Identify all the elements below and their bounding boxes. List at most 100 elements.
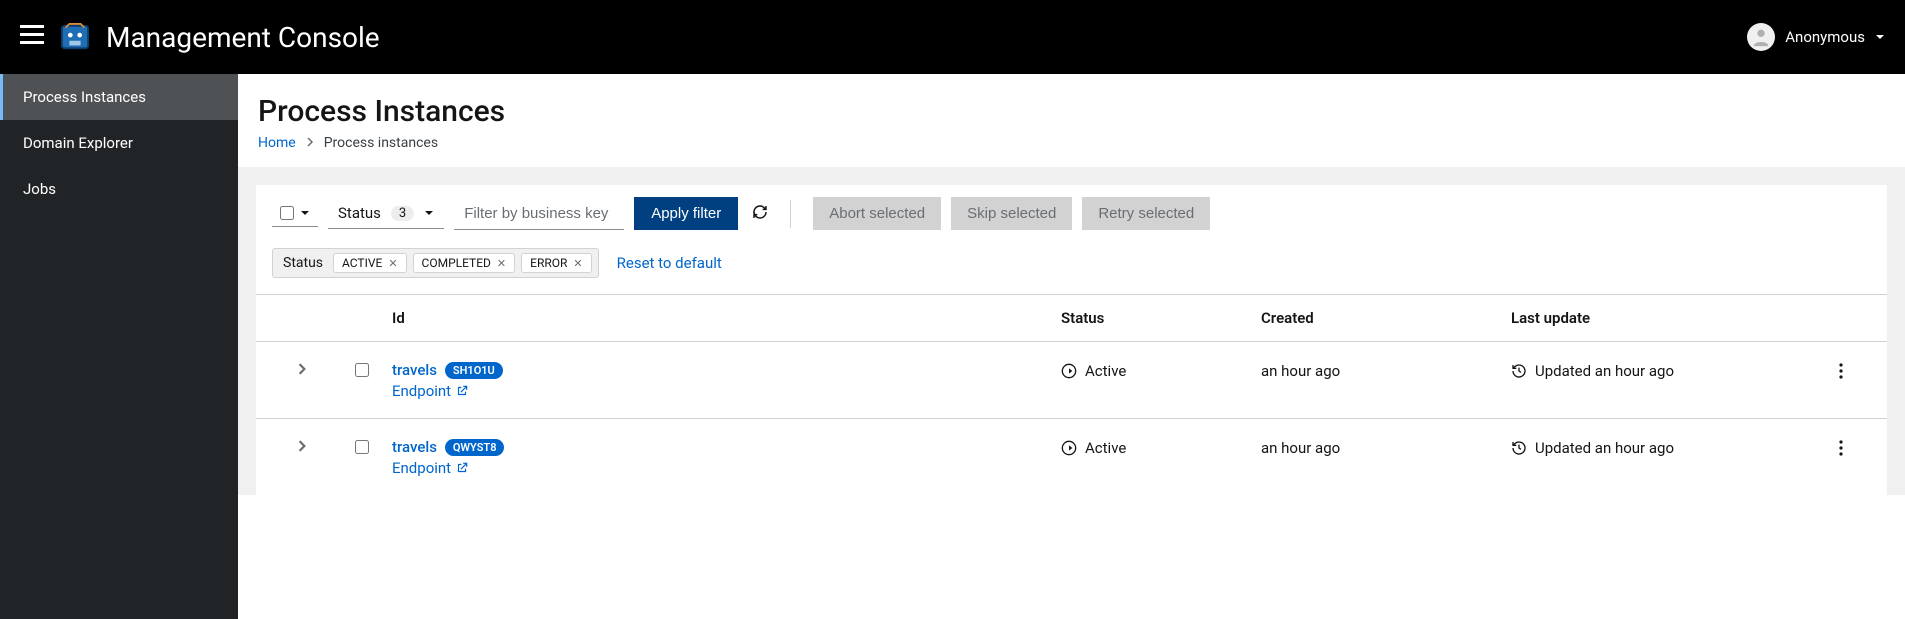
expand-row-button[interactable] (272, 437, 332, 452)
panel: Status 3 Apply filter (256, 185, 1887, 495)
abort-selected-button[interactable]: Abort selected (813, 197, 941, 230)
caret-down-icon (300, 208, 310, 218)
sidebar-item-domain-explorer[interactable]: Domain Explorer (0, 120, 238, 166)
chip-remove-button[interactable]: ✕ (388, 257, 397, 270)
bulk-select-dropdown[interactable] (272, 200, 318, 227)
header-left: Management Console (20, 21, 380, 54)
skip-selected-button[interactable]: Skip selected (951, 197, 1072, 230)
cell-updated: Updated an hour ago (1511, 437, 1811, 457)
cell-status: Active (1061, 360, 1261, 380)
chevron-right-icon (306, 135, 314, 151)
avatar-icon (1747, 23, 1775, 51)
kebab-icon (1839, 363, 1843, 379)
chip-remove-button[interactable]: ✕ (573, 257, 582, 270)
apply-filter-button[interactable]: Apply filter (634, 197, 738, 230)
col-header-created: Created (1261, 309, 1511, 327)
filter-chip: ACTIVE ✕ (333, 253, 407, 273)
row-checkbox[interactable] (355, 440, 369, 454)
row-select[interactable] (332, 437, 392, 454)
filter-chip: ERROR ✕ (521, 253, 591, 273)
endpoint-label: Endpoint (392, 382, 451, 400)
business-key-input[interactable] (454, 198, 624, 230)
status-filter-dropdown[interactable]: Status 3 (328, 198, 444, 229)
sidebar-item-process-instances[interactable]: Process Instances (0, 74, 238, 120)
kebab-icon (1839, 440, 1843, 456)
chevron-right-icon (297, 363, 307, 375)
username: Anonymous (1785, 28, 1865, 46)
chevron-right-icon (297, 440, 307, 452)
endpoint-link[interactable]: Endpoint (392, 459, 469, 477)
bulk-select-checkbox[interactable] (280, 206, 294, 220)
col-header-id: Id (392, 309, 1061, 327)
reset-filters-link[interactable]: Reset to default (617, 254, 722, 272)
history-icon (1511, 363, 1527, 379)
breadcrumb-home-link[interactable]: Home (258, 135, 296, 151)
process-name-link[interactable]: travels (392, 438, 437, 456)
row-checkbox[interactable] (355, 363, 369, 377)
refresh-button[interactable] (752, 204, 768, 224)
process-id-badge: SH1O1U (445, 362, 503, 379)
external-link-icon (455, 384, 469, 398)
sidebar-item-label: Process Instances (23, 88, 146, 106)
col-header-status: Status (1061, 309, 1261, 327)
cell-status: Active (1061, 437, 1261, 457)
chip-label: ACTIVE (342, 256, 382, 270)
filter-chips-row: Status ACTIVE ✕ COMPLETED ✕ ERROR ✕ (272, 242, 1871, 294)
sidebar-item-jobs[interactable]: Jobs (0, 166, 238, 212)
endpoint-link[interactable]: Endpoint (392, 382, 469, 400)
process-name-link[interactable]: travels (392, 361, 437, 379)
status-filter-label: Status (338, 204, 381, 222)
status-filter-count: 3 (391, 206, 414, 221)
table-row: travels QWYST8 Endpoint (256, 418, 1887, 495)
external-link-icon (455, 461, 469, 475)
endpoint-label: Endpoint (392, 459, 451, 477)
caret-down-icon (424, 208, 434, 218)
header: Management Console Anonymous (0, 0, 1905, 74)
status-text: Active (1085, 439, 1126, 457)
active-icon (1061, 363, 1077, 379)
sidebar-item-label: Domain Explorer (23, 134, 133, 152)
menu-toggle-button[interactable] (20, 25, 44, 49)
toolbar-row: Status 3 Apply filter (272, 197, 1871, 242)
row-actions-button[interactable] (1811, 360, 1871, 379)
status-text: Active (1085, 362, 1126, 380)
cell-created: an hour ago (1261, 437, 1511, 457)
retry-selected-button[interactable]: Retry selected (1082, 197, 1210, 230)
table-row: travels SH1O1U Endpoint (256, 341, 1887, 418)
filter-chip: COMPLETED ✕ (413, 253, 516, 273)
process-id-badge: QWYST8 (445, 439, 505, 456)
breadcrumb: Home Process instances (258, 135, 1885, 151)
cell-updated: Updated an hour ago (1511, 360, 1811, 380)
caret-down-icon (1875, 32, 1885, 42)
col-header-last-update: Last update (1511, 309, 1811, 327)
user-menu[interactable]: Anonymous (1747, 23, 1885, 51)
cell-id: travels QWYST8 Endpoint (392, 437, 1061, 477)
header-title: Management Console (106, 21, 380, 54)
chip-remove-button[interactable]: ✕ (497, 257, 506, 270)
breadcrumb-current: Process instances (324, 135, 438, 151)
row-select[interactable] (332, 360, 392, 377)
status-chip-group: Status ACTIVE ✕ COMPLETED ✕ ERROR ✕ (272, 248, 599, 278)
content-wrapper: Status 3 Apply filter (238, 167, 1905, 495)
app-logo-icon (60, 22, 90, 52)
active-icon (1061, 440, 1077, 456)
cell-id: travels SH1O1U Endpoint (392, 360, 1061, 400)
page-title: Process Instances (258, 94, 1885, 129)
expand-row-button[interactable] (272, 360, 332, 375)
separator (790, 200, 791, 228)
updated-text: Updated an hour ago (1535, 439, 1674, 457)
updated-text: Updated an hour ago (1535, 362, 1674, 380)
chip-label: ERROR (530, 256, 567, 270)
cell-created: an hour ago (1261, 360, 1511, 380)
sidebar-item-label: Jobs (23, 180, 56, 198)
page-header: Process Instances Home Process instances (238, 74, 1905, 167)
chip-group-label: Status (279, 255, 327, 271)
hamburger-icon (20, 25, 44, 45)
toolbar: Status 3 Apply filter (256, 185, 1887, 294)
table-header: Id Status Created Last update (256, 294, 1887, 341)
history-icon (1511, 440, 1527, 456)
main-content: Process Instances Home Process instances… (238, 74, 1905, 495)
chip-label: COMPLETED (422, 256, 491, 270)
row-actions-button[interactable] (1811, 437, 1871, 456)
sidebar: Process Instances Domain Explorer Jobs (0, 74, 238, 619)
